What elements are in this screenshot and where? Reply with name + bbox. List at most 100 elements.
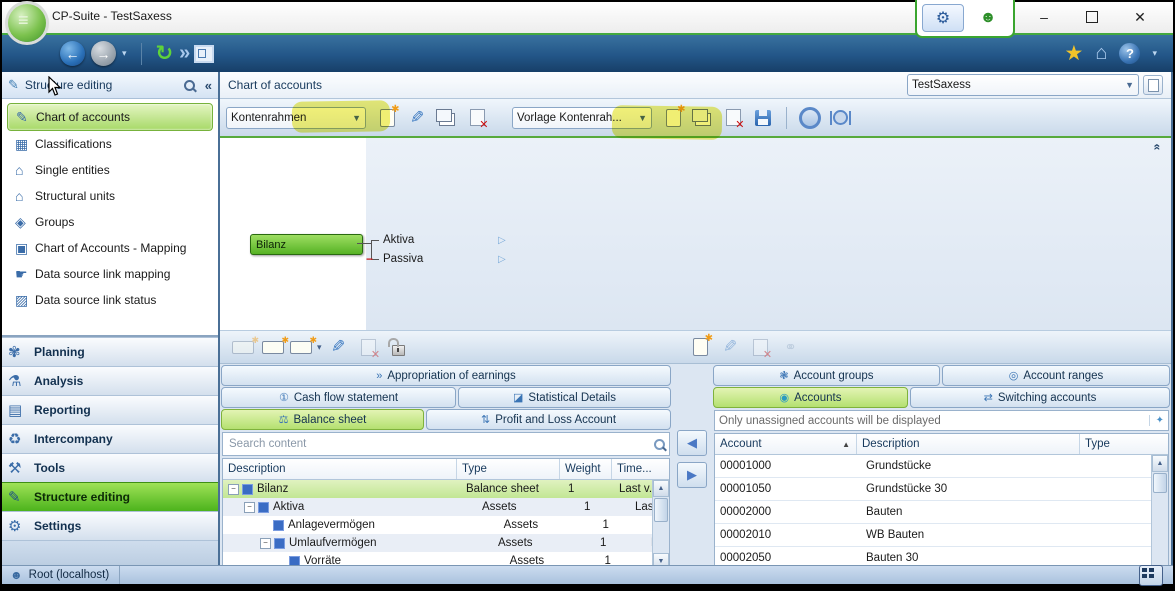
context-selector[interactable]: TestSaxess ▼ — [907, 74, 1139, 96]
table-row[interactable]: 00002010 WB Bauten — [715, 524, 1151, 547]
tree-node-aktiva[interactable]: Aktiva — [383, 234, 414, 246]
fit-width-button[interactable] — [827, 105, 853, 131]
nav-tools[interactable]: ⚒ Tools — [2, 453, 218, 482]
refresh-button[interactable]: ↻ — [156, 41, 174, 66]
link-accounts-button[interactable]: ⚭ — [778, 334, 804, 360]
tab-switching-accounts[interactable]: ⇄ Switching accounts — [910, 387, 1170, 408]
vertical-scrollbar[interactable]: ▲ ▼ — [1151, 455, 1168, 565]
back-button[interactable]: ← — [60, 41, 85, 66]
maximize-button[interactable] — [1075, 6, 1109, 28]
delete-template-button[interactable] — [720, 105, 746, 131]
context-action-button[interactable] — [1143, 75, 1163, 95]
delete-account-button[interactable] — [748, 334, 774, 360]
edit-node-button[interactable]: ✎ — [326, 334, 352, 360]
home-icon[interactable]: ⌂ — [1095, 42, 1107, 65]
help-caret-icon[interactable]: ▾ — [1152, 48, 1157, 59]
fast-forward-button[interactable]: » — [179, 42, 188, 65]
sidebar-item-data-source-link-status[interactable]: ▨ Data source link status — [7, 287, 213, 313]
nav-analysis[interactable]: ⚗ Analysis — [2, 366, 218, 395]
tab-account-groups[interactable]: ❃ Account groups — [713, 365, 940, 386]
table-row[interactable]: Anlagevermögen Assets 1 Last v... — [223, 516, 652, 534]
scroll-up-icon[interactable]: ▲ — [653, 480, 669, 497]
tree-node-passiva[interactable]: Passiva — [383, 253, 423, 265]
filter-options-icon[interactable]: ✦ — [1149, 415, 1164, 426]
column-time[interactable]: Time... — [612, 459, 669, 479]
scrollbar-thumb[interactable] — [654, 498, 668, 522]
column-type[interactable]: Type — [457, 459, 560, 479]
window-layout-button[interactable] — [194, 45, 214, 63]
nav-intercompany[interactable]: ♻ Intercompany — [2, 424, 218, 453]
expand-node-icon[interactable]: ▷ — [498, 254, 506, 265]
collapse-sidebar-icon[interactable]: « — [205, 78, 212, 93]
sidebar-item-groups[interactable]: ◈ Groups — [7, 209, 213, 235]
table-row[interactable]: 00002050 Bauten 30 — [715, 547, 1151, 565]
forward-button[interactable]: → — [91, 41, 116, 66]
column-account[interactable]: Account▲ — [715, 434, 857, 454]
table-row[interactable]: −Bilanz Balance sheet 1 Last v... — [223, 480, 652, 498]
search-icon[interactable] — [184, 80, 195, 91]
sidebar-item-data-source-link-mapping[interactable]: ☛ Data source link mapping — [7, 261, 213, 287]
collapse-row-icon[interactable]: − — [260, 538, 271, 549]
close-button[interactable]: ✕ — [1123, 6, 1157, 28]
admin-tools-icon[interactable]: ⚙ — [922, 4, 964, 32]
new-account-button[interactable]: ✱ — [688, 334, 714, 360]
column-description[interactable]: Description — [857, 434, 1080, 454]
delete-structure-button[interactable] — [464, 105, 490, 131]
scrollbar-thumb[interactable] — [1153, 473, 1167, 493]
minimize-button[interactable]: – — [1027, 6, 1061, 28]
delete-node-button[interactable] — [356, 334, 382, 360]
vertical-scrollbar[interactable]: ▲ ▼ — [652, 480, 669, 565]
zoom-reset-button[interactable] — [797, 105, 823, 131]
table-row[interactable]: 00002000 Bauten — [715, 501, 1151, 524]
save-button[interactable] — [750, 105, 776, 131]
edit-structure-button[interactable]: ✎ — [404, 105, 430, 131]
nav-structure-editing[interactable]: ✎ Structure editing — [2, 482, 218, 511]
new-node-menu-button[interactable]: ▾ — [290, 334, 322, 360]
tab-cash-flow-statement[interactable]: ① Cash flow statement — [221, 387, 456, 408]
column-weight[interactable]: Weight — [560, 459, 612, 479]
nav-reporting[interactable]: ▤ Reporting — [2, 395, 218, 424]
collapse-tree-panel-icon[interactable]: « — [1151, 144, 1165, 151]
table-row[interactable]: 00001050 Grundstücke 30 — [715, 478, 1151, 501]
search-input[interactable] — [227, 437, 654, 451]
scroll-up-icon[interactable]: ▲ — [1152, 455, 1168, 472]
new-sibling-node-button[interactable] — [230, 334, 256, 360]
collapse-row-icon[interactable]: − — [228, 484, 239, 495]
new-node-button[interactable] — [260, 334, 286, 360]
column-type[interactable]: Type — [1080, 434, 1168, 454]
tab-balance-sheet[interactable]: ⚖ Balance sheet — [221, 409, 424, 430]
nav-settings[interactable]: ⚙ Settings — [2, 511, 218, 540]
tab-account-ranges[interactable]: ◎ Account ranges — [942, 365, 1170, 386]
column-description[interactable]: Description — [223, 459, 457, 479]
history-caret-icon[interactable]: ▾ — [122, 48, 127, 59]
tab-accounts[interactable]: ◉ Accounts — [713, 387, 908, 408]
nav-planning[interactable]: ✾ Planning — [2, 337, 218, 366]
search-icon[interactable] — [654, 439, 665, 450]
layout-switch-icon[interactable] — [1139, 565, 1163, 586]
tab-statistical-details[interactable]: ◪ Statistical Details — [458, 387, 671, 408]
assign-left-button[interactable]: ◀ — [677, 430, 707, 456]
tab-appropriation-of-earnings[interactable]: » Appropriation of earnings — [221, 365, 671, 386]
tab-profit-and-loss[interactable]: ⇅ Profit and Loss Account — [426, 409, 671, 430]
favorites-star-icon[interactable]: ★ — [1065, 41, 1084, 66]
table-row[interactable]: Vorräte Assets 1 Last v — [223, 552, 652, 565]
table-row[interactable]: −Umlaufvermögen Assets 1 Last v... — [223, 534, 652, 552]
user-session-icon[interactable]: ☻ — [968, 5, 1008, 31]
sidebar-item-chart-of-accounts[interactable]: ✎ Chart of accounts — [7, 103, 213, 131]
edit-account-button[interactable]: ✎ — [718, 334, 744, 360]
tree-root-node[interactable]: Bilanz — [250, 234, 363, 255]
collapse-branch-icon[interactable]: − — [366, 256, 373, 262]
table-row[interactable]: 00001000 Grundstücke — [715, 455, 1151, 478]
table-row[interactable]: −Aktiva Assets 1 Last v... — [223, 498, 652, 516]
sidebar-item-structural-units[interactable]: ⌂ Structural units — [7, 183, 213, 209]
assign-right-button[interactable]: ▶ — [677, 462, 707, 488]
collapse-row-icon[interactable]: − — [244, 502, 255, 513]
expand-node-icon[interactable]: ▷ — [498, 235, 506, 246]
sidebar-item-coa-mapping[interactable]: ▣ Chart of Accounts - Mapping — [7, 235, 213, 261]
sidebar-item-classifications[interactable]: ▦ Classifications — [7, 131, 213, 157]
copy-structure-button[interactable] — [434, 105, 460, 131]
sidebar-item-single-entities[interactable]: ⌂ Single entities — [7, 157, 213, 183]
help-button[interactable]: ? — [1119, 43, 1140, 64]
unlock-button[interactable] — [386, 334, 412, 360]
scroll-down-icon[interactable]: ▼ — [653, 553, 669, 565]
